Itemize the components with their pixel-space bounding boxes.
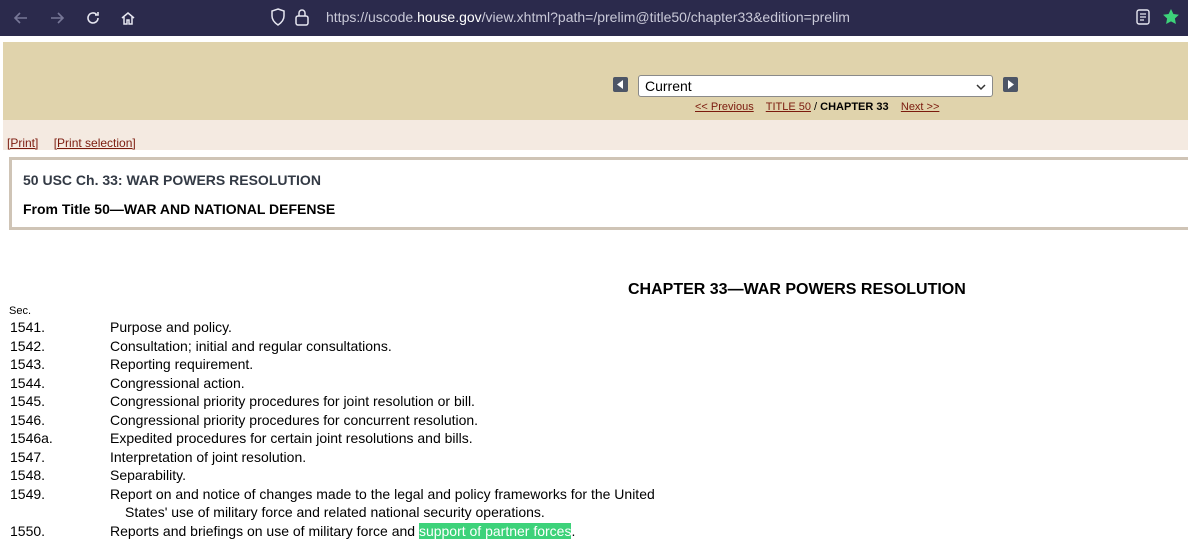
section-title: Report on and notice of changes made to … [110,485,655,502]
chapter-title: CHAPTER 33—WAR POWERS RESOLUTION [628,281,966,298]
section-number: 1550. [10,522,46,539]
print-band [3,120,1188,150]
section-title: Purpose and policy. [110,319,232,335]
print-link[interactable]: [Print] [7,136,38,150]
list-item: 1547. Interpretation of joint resolution… [10,448,1180,467]
section-number: 1545. [10,393,46,409]
section-title: Congressional action. [110,374,245,391]
section-title: Expedited procedures for certain joint r… [110,430,473,446]
list-item: 1549. Report on and notice of changes ma… [10,485,1180,522]
address-bar[interactable]: https://uscode.house.gov/view.xhtml?path… [326,9,850,25]
bookmark-star-icon[interactable] [1162,8,1180,31]
section-title-wrap: Reports and briefings on use of military… [110,522,710,541]
url-prefix: https://uscode. [326,9,418,25]
edition-select[interactable]: Current [638,75,993,97]
section-number: 1546a. [10,430,53,446]
section-list: 1541. Purpose and policy. 1542. Consulta… [10,318,1180,540]
list-item: 1544. Congressional action. [10,374,1180,393]
list-item: 1541. Purpose and policy. [10,318,1180,337]
from-title-heading: From Title 50—WAR AND NATIONAL DEFENSE [23,201,336,217]
previous-link[interactable]: << Previous [695,101,754,113]
section-number: 1549. [10,485,46,502]
edition-select-value: Current [645,78,692,94]
section-number: 1544. [10,374,46,391]
chevron-down-icon [976,78,986,94]
sec-label: Sec. [9,305,32,317]
next-link[interactable]: Next >> [901,101,940,113]
url-host: house.gov [417,9,482,25]
section-title: Consultation; initial and regular consul… [110,337,392,354]
browser-toolbar: https://uscode.house.gov/view.xhtml?path… [0,0,1188,36]
section-title: Reporting requirement. [110,356,254,372]
section-number: 1548. [10,467,46,483]
section-title: Reports and briefings on use of military… [110,522,419,539]
shield-icon[interactable] [270,8,286,31]
section-number: 1542. [10,337,46,354]
previous-edition-arrow-icon[interactable] [613,77,628,92]
home-icon[interactable] [118,8,138,28]
forward-arrow-icon[interactable] [47,8,67,28]
section-title: Congressional priority procedures for co… [110,411,479,428]
print-links: [Print] [Print selection] [7,136,148,150]
next-edition-arrow-icon[interactable] [1003,77,1018,92]
list-item: 1546. Congressional priority procedures … [10,411,1180,430]
section-title-wrap: Report on and notice of changes made to … [110,485,710,522]
section-title: Separability. [110,467,187,483]
lock-icon[interactable] [294,8,310,31]
section-number: 1541. [10,319,46,335]
section-number: 1547. [10,448,46,465]
list-item: 1548. Separability. [10,466,1180,485]
section-title-end: . [571,522,576,539]
url-path: /view.xhtml?path=/prelim@title50/chapter… [481,9,850,25]
list-item: 1543. Reporting requirement. [10,355,1180,374]
section-number: 1546. [10,411,46,428]
section-number: 1543. [10,356,46,372]
breadcrumb: << Previous TITLE 50 / CHAPTER 33 Next >… [695,101,939,113]
list-item: 1550. Reports and briefings on use of mi… [10,522,1180,541]
document-header: 50 USC Ch. 33: WAR POWERS RESOLUTION Fro… [9,157,1188,230]
section-title: Interpretation of joint resolution. [110,448,307,465]
list-item: 1546a. Expedited procedures for certain … [10,429,1180,448]
title-50-link[interactable]: TITLE 50 [766,101,811,113]
find-highlight: support of partner forces [418,522,572,539]
reload-icon[interactable] [83,8,103,28]
back-arrow-icon[interactable] [11,8,31,28]
list-item: 1545. Congressional priority procedures … [10,392,1180,411]
print-selection-link[interactable]: [Print selection] [54,136,136,150]
citation-heading: 50 USC Ch. 33: WAR POWERS RESOLUTION [23,172,321,188]
list-item: 1542. Consultation; initial and regular … [10,337,1180,356]
current-chapter: CHAPTER 33 [820,101,889,113]
reader-view-icon[interactable] [1136,9,1150,30]
section-title: Congressional priority procedures for jo… [110,393,475,409]
section-title-continued: States' use of military force and relate… [125,504,545,520]
breadcrumb-separator: / [814,101,818,113]
